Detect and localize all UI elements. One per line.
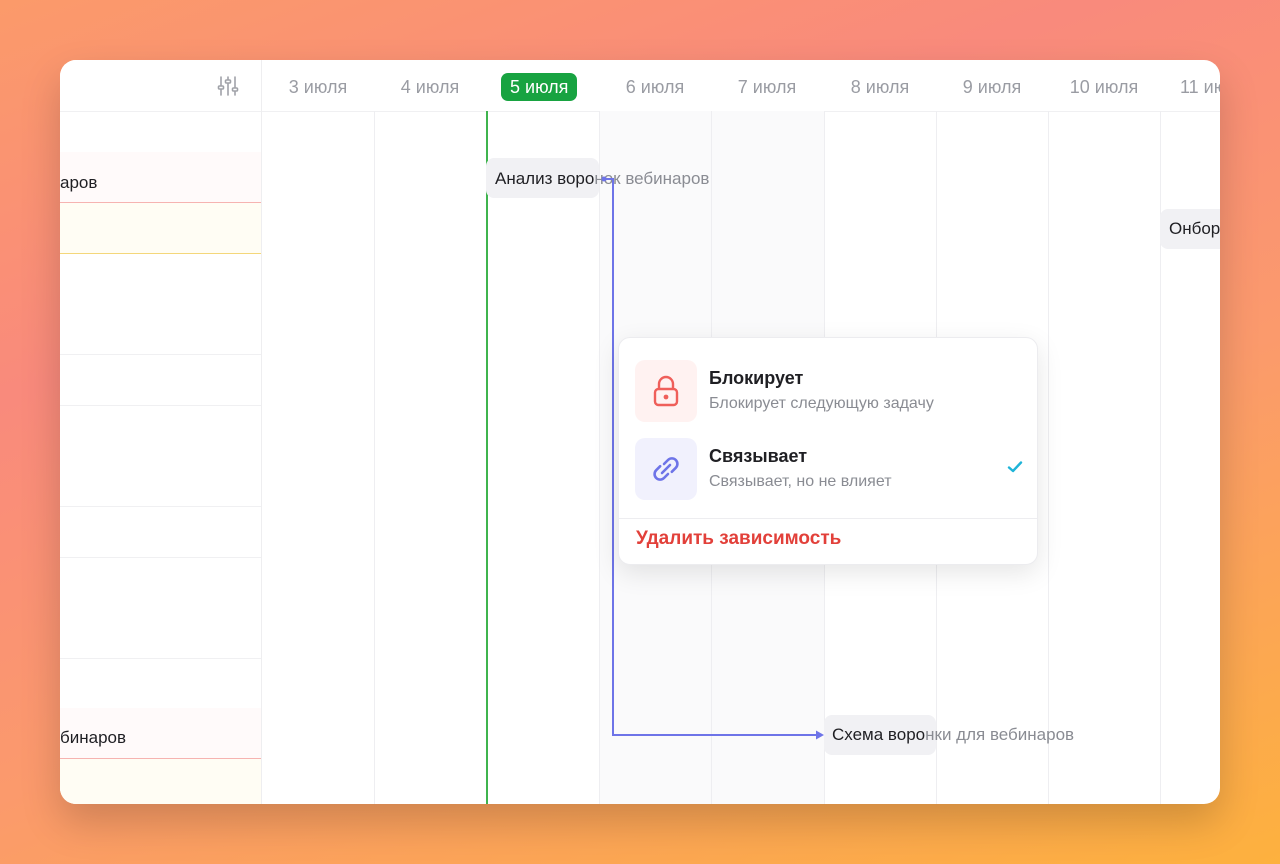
sidebar-row[interactable]	[60, 406, 261, 507]
sidebar-row[interactable]	[60, 507, 261, 558]
dependency-type-popup: Блокирует Блокирует следующую задачу Свя…	[618, 337, 1038, 565]
sidebar-row-label: аров	[60, 173, 98, 192]
lock-icon	[653, 375, 679, 407]
sidebar-row[interactable]: аров	[60, 152, 261, 203]
sidebar-row[interactable]	[60, 203, 261, 254]
sidebar-row[interactable]	[60, 558, 261, 659]
sidebar-row-label: бинаров	[60, 728, 127, 747]
popup-divider	[619, 518, 1037, 519]
task-sidebar: аров бинаров	[60, 60, 262, 804]
option-links-subtitle: Связывает, но не влияет	[709, 473, 892, 490]
option-links[interactable]: Связывает Связывает, но не влияет	[635, 438, 1025, 502]
check-icon	[1007, 461, 1023, 473]
option-blocks[interactable]: Блокирует Блокирует следующую задачу	[635, 360, 1025, 424]
sidebar-row[interactable]	[60, 254, 261, 355]
option-blocks-subtitle: Блокирует следующую задачу	[709, 395, 934, 412]
sidebar-row[interactable]: бинаров	[60, 708, 261, 759]
sidebar-row[interactable]	[60, 355, 261, 406]
option-blocks-title: Блокирует	[709, 368, 804, 388]
link-icon	[653, 457, 679, 481]
option-links-title: Связывает	[709, 446, 808, 466]
sidebar-row[interactable]	[60, 759, 261, 804]
delete-dependency-button[interactable]: Удалить зависимость	[636, 528, 841, 550]
links-icon-tile	[635, 438, 697, 500]
gantt-window: аров бинаров 3 июля 4 июля 5 июля 6 июля…	[60, 60, 1220, 804]
sliders-icon[interactable]	[217, 75, 239, 97]
blocks-icon-tile	[635, 360, 697, 422]
sidebar-header	[60, 60, 261, 112]
